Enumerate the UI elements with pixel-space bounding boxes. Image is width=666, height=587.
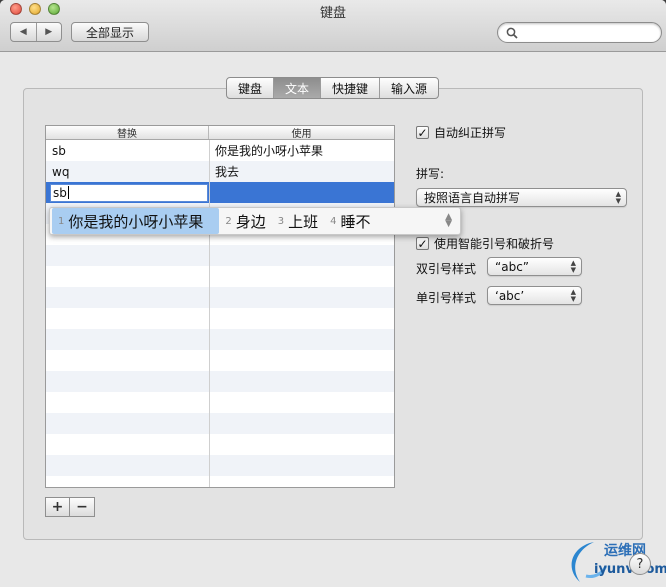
ime-candidate-window: 1 你是我的小呀小苹果 2 身边 3 上班 4 睡不 ▲ ▼: [49, 207, 461, 235]
table-row-empty: [46, 329, 394, 350]
with-cell[interactable]: 你是我的小呀小苹果: [209, 140, 394, 161]
table-row-empty: [46, 350, 394, 371]
table-row-empty: [46, 371, 394, 392]
popup-arrows-icon: ▲ ▼: [570, 259, 576, 274]
show-all-button[interactable]: 全部显示: [71, 22, 149, 42]
table-rows: sb 你是我的小呀小苹果 wq 我去 sb: [46, 140, 394, 487]
table-row-empty: [46, 413, 394, 434]
table-row-editing[interactable]: sb: [46, 182, 394, 203]
smart-quotes-option[interactable]: ✓ 使用智能引号和破折号: [416, 235, 554, 252]
candidate-number: 1: [58, 215, 65, 227]
spelling-language-value: 按照语言自动拼写: [424, 191, 521, 205]
search-field[interactable]: [497, 22, 662, 43]
single-quote-style-value: ‘abc’: [495, 288, 525, 303]
table-row-empty: [46, 434, 394, 455]
text-caret: [67, 186, 69, 199]
candidate-number: 4: [330, 215, 337, 227]
add-remove-control: + −: [45, 497, 95, 517]
ime-candidate[interactable]: 1 你是我的小呀小苹果: [52, 208, 220, 234]
double-quote-style-value: “abc”: [495, 259, 530, 274]
replace-cell[interactable]: sb: [46, 182, 209, 203]
table-row-empty: [46, 455, 394, 476]
table-row-empty: [46, 287, 394, 308]
with-cell[interactable]: 我去: [209, 161, 394, 182]
table-row-empty: [46, 245, 394, 266]
table-header: 替换 使用: [46, 126, 394, 140]
tab-text[interactable]: 文本: [273, 78, 321, 98]
replace-cell[interactable]: sb: [46, 140, 209, 161]
candidate-number: 2: [225, 215, 232, 227]
help-icon[interactable]: ?: [629, 553, 651, 575]
tab-shortcuts[interactable]: 快捷键: [320, 78, 379, 98]
table-row-empty: [46, 476, 394, 487]
checkmark-icon[interactable]: ✓: [416, 126, 429, 139]
text-replacement-table[interactable]: 替换 使用 sb 你是我的小呀小苹果 wq 我去 sb: [45, 125, 395, 488]
search-icon: [506, 27, 518, 39]
keyboard-preferences-window: 键盘 ◀ ▶ 全部显示 键盘 文本 快捷键 输入源 替换 使用 sb 你是我的小…: [0, 0, 666, 587]
spelling-language-popup[interactable]: 按照语言自动拼写 ▲ ▼: [416, 188, 627, 207]
with-cell[interactable]: [209, 182, 394, 203]
table-row-empty: [46, 266, 394, 287]
table-row[interactable]: sb 你是我的小呀小苹果: [46, 140, 394, 161]
candidate-number: 3: [277, 215, 285, 227]
forward-icon[interactable]: ▶: [35, 23, 62, 41]
watermark-logo: 运维网 iyunv.com: [566, 538, 666, 587]
ime-candidate[interactable]: 4 睡不: [324, 208, 376, 234]
ime-candidate[interactable]: 2 身边: [219, 208, 271, 234]
double-quote-style-label: 双引号样式: [416, 262, 477, 276]
candidate-text: 你是我的小呀小苹果: [68, 212, 204, 231]
replace-edit-field[interactable]: sb: [50, 183, 208, 202]
column-header-replace[interactable]: 替换: [46, 126, 209, 140]
candidate-text: 上班: [288, 212, 319, 231]
window-title: 键盘: [319, 6, 346, 21]
table-row[interactable]: wq 我去: [46, 161, 394, 182]
title-bar: 键盘 ◀ ▶ 全部显示: [0, 0, 666, 52]
edit-field-text: sb: [53, 185, 67, 200]
tab-input-sources[interactable]: 输入源: [379, 78, 438, 98]
popup-arrows-icon: ▲ ▼: [615, 190, 621, 205]
candidate-text: 身边: [235, 212, 266, 231]
add-replacement-button[interactable]: +: [45, 497, 70, 517]
spelling-label: 拼写:: [416, 167, 445, 181]
ime-candidate[interactable]: 3 上班: [272, 208, 324, 234]
single-quote-style-label: 单引号样式: [416, 291, 477, 305]
single-quote-style-popup[interactable]: ‘abc’ ▲ ▼: [487, 286, 582, 305]
tab-keyboard[interactable]: 键盘: [227, 78, 273, 98]
smart-quotes-label: 使用智能引号和破折号: [434, 237, 555, 251]
column-divider: [209, 140, 210, 487]
auto-correct-label: 自动纠正拼写: [434, 126, 507, 140]
back-forward-control: ◀ ▶: [10, 22, 62, 42]
table-row-empty: [46, 308, 394, 329]
column-header-with[interactable]: 使用: [209, 126, 394, 140]
checkmark-icon[interactable]: ✓: [416, 237, 429, 250]
candidate-text: 睡不: [340, 212, 371, 231]
auto-correct-option[interactable]: ✓ 自动纠正拼写: [416, 124, 506, 141]
remove-replacement-button[interactable]: −: [70, 497, 95, 517]
preference-tabs: 键盘 文本 快捷键 输入源: [226, 77, 440, 99]
table-row-empty: [46, 392, 394, 413]
expand-candidates-icon[interactable]: ▲ ▼: [445, 213, 452, 229]
replace-cell[interactable]: wq: [46, 161, 209, 182]
popup-arrows-icon: ▲ ▼: [570, 288, 576, 303]
back-icon[interactable]: ◀: [11, 23, 36, 41]
double-quote-style-popup[interactable]: “abc” ▲ ▼: [487, 257, 582, 276]
